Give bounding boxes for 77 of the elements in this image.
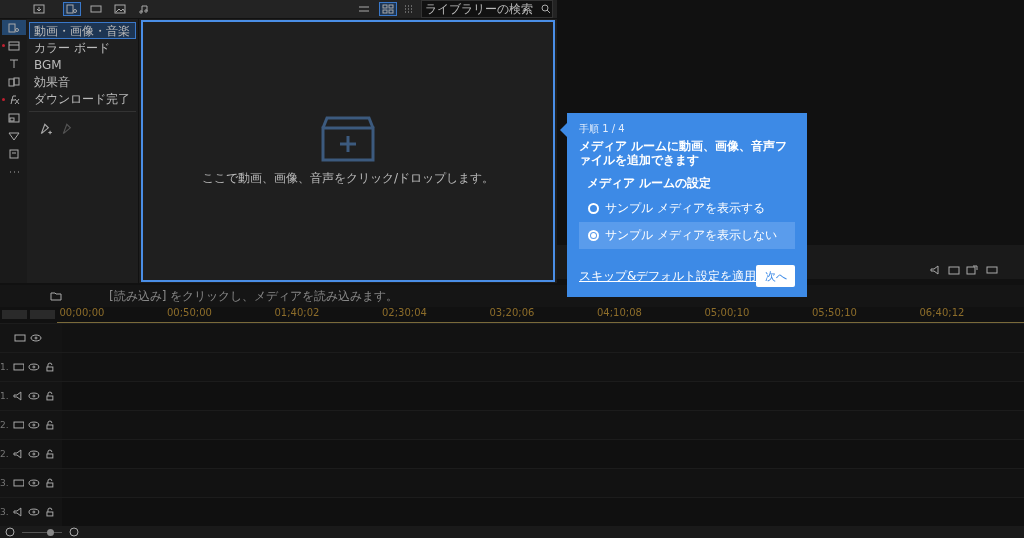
category-item[interactable]: カラー ボード	[29, 39, 136, 56]
timeline-hint: [読み込み] をクリックし、メディアを読み込みます。	[109, 287, 399, 305]
monitor-icon	[12, 362, 25, 372]
transition-icon	[7, 76, 20, 87]
timecode: 01;40;02	[273, 307, 321, 320]
lock-icon	[44, 391, 56, 401]
track-number: 1.	[0, 391, 9, 401]
eye-icon	[28, 391, 41, 401]
eye-icon	[28, 478, 41, 488]
lock-icon	[44, 478, 56, 488]
chapter-icon	[7, 148, 20, 159]
grid-icon	[403, 4, 415, 14]
pip-icon	[7, 112, 20, 123]
grid-icon	[382, 4, 394, 14]
folder-icon	[47, 291, 65, 301]
drop-area[interactable]: ここで動画、画像、音声をクリック/ドロップします。	[141, 20, 555, 282]
section-title: メディア ルームの設定	[587, 175, 713, 192]
lock-icon	[44, 420, 56, 430]
text-icon	[7, 58, 20, 69]
drop-hint: ここで動画、画像、音声をクリック/ドロップします。	[201, 169, 494, 187]
skip-link[interactable]: スキップ&デフォルト設定を適用	[579, 267, 757, 285]
room-tab[interactable]	[1, 20, 26, 35]
timecode: 05;00;10	[703, 307, 751, 320]
search-field[interactable]: ライブラリーの検索	[421, 0, 553, 18]
track-number: 3.	[0, 478, 9, 488]
category-item[interactable]: BGM	[29, 56, 136, 73]
monitor-icon	[12, 478, 25, 488]
timecode: 05;50;10	[811, 307, 858, 320]
speaker-icon	[12, 391, 25, 401]
image-icon	[114, 4, 126, 14]
lock-icon	[44, 449, 56, 459]
lock-icon	[44, 507, 56, 517]
music-icon	[138, 4, 150, 14]
search-icon	[540, 4, 552, 14]
category-item[interactable]: 効果音	[29, 73, 136, 90]
zoom-slider-thumb[interactable]	[47, 528, 54, 536]
particle-icon	[7, 130, 20, 141]
fx-icon	[7, 94, 20, 105]
monitor-icon	[14, 333, 26, 343]
step-label: 手順 1 / 4	[579, 122, 626, 136]
timecode: 02;30;04	[381, 307, 428, 320]
category-item[interactable]: 動画・画像・音楽	[29, 22, 136, 39]
filter-tab[interactable]	[111, 2, 129, 16]
radio-option[interactable]: サンプル メディアを表示する	[579, 195, 795, 222]
timecode: 03;20;06	[488, 307, 536, 320]
clapper-add-icon	[321, 115, 375, 162]
media-icon	[66, 4, 78, 14]
eye-icon	[28, 362, 41, 372]
category-item[interactable]: ダウンロード完了	[29, 90, 136, 107]
filter-tab[interactable]	[63, 2, 81, 16]
volume-icon	[930, 265, 942, 275]
track-number: 2.	[0, 449, 9, 459]
timecode: 06;40;12	[918, 307, 966, 320]
eye-icon	[28, 420, 41, 430]
track-number: 2.	[0, 420, 9, 430]
import-icon	[33, 4, 45, 14]
timecode: 00;50;00	[166, 307, 213, 320]
timecode: 00;00;00	[58, 307, 106, 320]
lock-icon	[44, 362, 56, 372]
popout-icon	[966, 265, 978, 275]
timecode: 04;10;08	[596, 307, 643, 320]
speaker-icon	[12, 507, 25, 517]
zoom-out-icon	[4, 527, 16, 537]
monitor-icon	[12, 420, 25, 430]
track-number: 1.	[0, 362, 9, 372]
next-button[interactable]: 次へ	[756, 265, 795, 287]
speaker-icon	[12, 449, 25, 459]
eye-icon	[30, 333, 42, 343]
eye-icon	[28, 507, 41, 517]
eye-icon	[28, 449, 41, 459]
zoom-in-icon	[68, 527, 80, 537]
list-icon	[358, 4, 370, 14]
tour-heading: メディア ルームに動画、画像、音声ファイルを追加できます	[579, 139, 789, 167]
time-ruler[interactable]: 00;00;00 00;50;00 01;40;02 02;30;04 03;20;06 04;10;08 05;00;10 05;50;10 06;40;12	[56, 307, 1024, 323]
view-toggle[interactable]	[379, 2, 397, 16]
track-number: 3.	[0, 507, 9, 517]
media-icon	[7, 22, 20, 33]
